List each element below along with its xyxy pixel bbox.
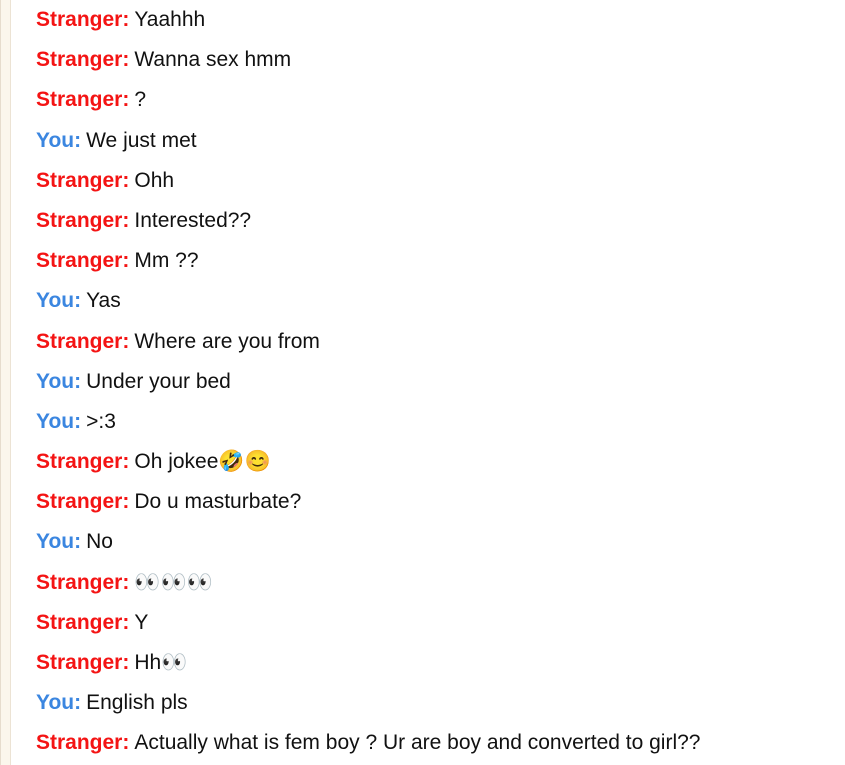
message-text: Wanna sex hmm xyxy=(134,48,292,72)
message-sender: Stranger: xyxy=(36,88,130,112)
message-list: Stranger: Yaahhh Stranger: Wanna sex hmm S… xyxy=(36,3,841,765)
message-text: Do u masturbate? xyxy=(134,490,302,514)
message-sender: Stranger: xyxy=(36,48,130,72)
message-sender: Stranger: xyxy=(36,8,130,31)
message-text: Actually what is fem boy ? Ur are boy an… xyxy=(134,731,701,755)
message-sender: Stranger: xyxy=(36,249,130,273)
chat-message: Stranger: Actually what is fem boy ? Ur a… xyxy=(36,726,841,765)
chat-left-border xyxy=(1,0,11,765)
message-text: We just met xyxy=(86,128,197,152)
message-text: Ohh xyxy=(134,168,175,192)
chat-message: Stranger: Do u masturbate? xyxy=(36,485,841,525)
message-text: Under your bed xyxy=(86,369,231,393)
chat-message: Stranger: Yaahhh xyxy=(36,3,841,43)
chat-message: Stranger: Interested?? xyxy=(36,204,841,244)
message-text: No xyxy=(86,530,113,554)
message-text: 👀👀👀 xyxy=(134,570,213,594)
message-text: Where are you from xyxy=(134,329,320,353)
message-sender: Stranger: xyxy=(36,490,130,514)
chat-message: Stranger: Y xyxy=(36,606,841,646)
message-text: Yas xyxy=(86,289,121,313)
chat-message: You: Yas xyxy=(36,284,841,324)
message-text: English pls xyxy=(86,691,188,715)
chat-message: Stranger: 👀👀👀 xyxy=(36,566,841,606)
message-sender: Stranger: xyxy=(36,329,130,353)
message-sender: You: xyxy=(36,409,82,433)
message-sender: You: xyxy=(36,691,82,715)
message-text: Yaahhh xyxy=(134,8,206,31)
chat-message: Stranger: Wanna sex hmm xyxy=(36,43,841,83)
chat-message: You: Under your bed xyxy=(36,365,841,405)
chat-log[interactable]: Stranger: Yaahhh Stranger: Wanna sex hmm S… xyxy=(0,0,845,765)
message-text: Y xyxy=(134,610,149,634)
message-sender: Stranger: xyxy=(36,208,130,232)
message-text: Hh👀 xyxy=(134,651,188,674)
chat-message: You: We just met xyxy=(36,124,841,164)
message-text: Interested?? xyxy=(134,208,252,232)
chat-message: You: No xyxy=(36,525,841,565)
message-sender: You: xyxy=(36,289,82,313)
message-sender: Stranger: xyxy=(36,610,130,634)
chat-message: You: >:3 xyxy=(36,405,841,445)
chat-message: Stranger: Hh👀 xyxy=(36,646,841,686)
message-sender: Stranger: xyxy=(36,731,130,755)
message-text: Mm ?? xyxy=(134,249,199,273)
message-sender: You: xyxy=(36,369,82,393)
chat-message: Stranger: Ohh xyxy=(36,164,841,204)
message-text: Oh jokee🤣😊 xyxy=(134,450,271,474)
message-text: >:3 xyxy=(86,409,116,433)
message-sender: Stranger: xyxy=(36,570,130,594)
message-sender: Stranger: xyxy=(36,651,130,674)
chat-message: Stranger: Mm ?? xyxy=(36,244,841,284)
message-sender: You: xyxy=(36,530,82,554)
chat-message: Stranger: Oh jokee🤣😊 xyxy=(36,445,841,485)
chat-message: You: English pls xyxy=(36,686,841,726)
chat-message: Stranger:? xyxy=(36,83,841,123)
message-sender: Stranger: xyxy=(36,450,130,474)
message-sender: You: xyxy=(36,128,82,152)
chat-message: Stranger: Where are you from xyxy=(36,325,841,365)
message-sender: Stranger: xyxy=(36,168,130,192)
message-text: ? xyxy=(134,88,147,112)
